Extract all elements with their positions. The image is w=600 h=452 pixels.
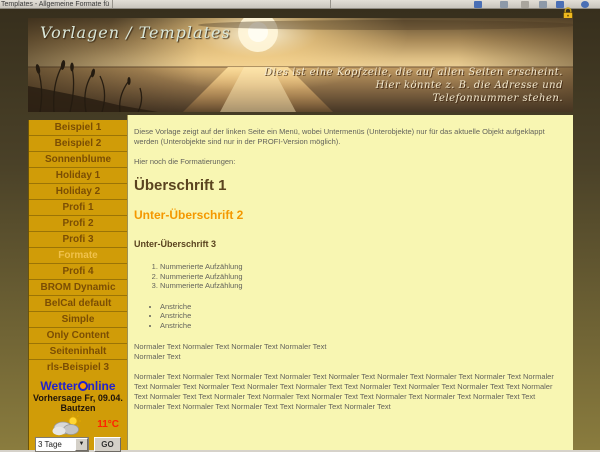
normal-text-line: Normaler Text <box>134 352 181 361</box>
sidebar-item-brom-dynamic[interactable]: BROM Dynamic <box>29 279 127 295</box>
forecast-date: Vorhersage Fr, 09.04. <box>29 393 127 403</box>
numbered-list-item: Nummerierte Aufzählung <box>160 281 565 291</box>
tagline-line: Dies ist eine Kopfzeile, die auf allen S… <box>264 66 563 79</box>
sidebar-item-only-content[interactable]: Only Content <box>29 327 127 343</box>
sidebar-item-beispiel-2[interactable]: Beispiel 2 <box>29 135 127 151</box>
content-area: Diese Vorlage zeigt auf der linken Seite… <box>127 115 573 450</box>
browser-toolbar-icon[interactable] <box>521 1 529 8</box>
weather-widget: Wetter nline Vorhersage Fr, 09.04. Bautze… <box>29 380 127 452</box>
page-background: Vorlagen / Templates Dies ist eine Kopfz… <box>0 9 600 450</box>
numbered-list: Nummerierte Aufzählung Nummerierte Aufzä… <box>134 262 565 291</box>
numbered-list-item: Nummerierte Aufzählung <box>160 272 565 282</box>
sun-logo-icon <box>78 381 88 391</box>
browser-toolbar-icon[interactable] <box>500 1 508 8</box>
normal-text-paragraph-short: Normaler Text Normaler Text Normaler Tex… <box>134 342 565 362</box>
heading-3: Unter-Überschrift 3 <box>134 239 565 249</box>
sidebar-item-holiday-2[interactable]: Holiday 2 <box>29 183 127 199</box>
bullet-list: Anstriche Anstriche Anstriche <box>134 302 565 331</box>
sidebar-item-formate[interactable]: Formate <box>29 247 127 263</box>
sidebar-item-simple[interactable]: Simple <box>29 311 127 327</box>
cloud-sun-icon <box>51 414 85 436</box>
sidebar-item-seiteninhalt[interactable]: Seiteninhalt <box>29 343 127 359</box>
sidebar-item-belcal-default[interactable]: BelCal default <box>29 295 127 311</box>
header-banner: Vorlagen / Templates Dies ist eine Kopfz… <box>28 18 573 112</box>
tagline-line: Hier könnte z. B. die Adresse und <box>264 79 563 92</box>
chevron-down-icon[interactable]: ▼ <box>75 438 88 451</box>
numbered-list-item: Nummerierte Aufzählung <box>160 262 565 272</box>
sidebar-item-profi-4[interactable]: Profi 4 <box>29 263 127 279</box>
sidebar-menu: Beispiel 1 Beispiel 2 Sonnenblume Holida… <box>28 120 127 450</box>
sidebar-item-sonnenblume[interactable]: Sonnenblume <box>29 151 127 167</box>
wetteronline-logo[interactable]: Wetter nline <box>29 380 127 393</box>
sidebar-item-holiday-1[interactable]: Holiday 1 <box>29 167 127 183</box>
site-title: Vorlagen / Templates <box>40 23 231 42</box>
browser-toolbar-icon[interactable] <box>539 1 547 8</box>
browser-toolbar-icon[interactable] <box>474 1 482 8</box>
heading-1: Überschrift 1 <box>134 177 565 194</box>
sidebar-item-profi-1[interactable]: Profi 1 <box>29 199 127 215</box>
browser-toolbar-icon[interactable] <box>581 1 589 8</box>
forecast-row: 11°C <box>29 414 127 436</box>
sidebar-item-rls-beispiel-3[interactable]: rls-Beispiel 3 <box>29 359 127 375</box>
weather-range-value: 3 Tage <box>36 440 75 449</box>
bullet-list-item: Anstriche <box>160 302 565 312</box>
browser-tab-bar: Templates - Allgemeine Formate für Texte… <box>0 0 600 9</box>
logo-text-wetter: Wetter <box>40 379 77 393</box>
browser-tab-title[interactable]: Templates - Allgemeine Formate für Texte… <box>1 0 109 9</box>
temperature-value: 11°C <box>97 419 119 430</box>
intro-paragraph: Diese Vorlage zeigt auf der linken Seite… <box>134 127 565 147</box>
logo-text-online: nline <box>88 379 116 393</box>
bullet-list-item: Anstriche <box>160 311 565 321</box>
tagline-line: Telefonnummer stehen. <box>264 92 563 105</box>
sidebar-item-profi-2[interactable]: Profi 2 <box>29 215 127 231</box>
bullet-list-item: Anstriche <box>160 321 565 331</box>
formats-lead-line: Hier noch die Formatierungen: <box>134 157 565 167</box>
tab-divider <box>112 0 113 9</box>
heading-2: Unter-Überschrift 2 <box>134 209 565 222</box>
tab-divider <box>330 0 331 9</box>
sidebar-item-beispiel-1[interactable]: Beispiel 1 <box>29 120 127 135</box>
normal-text-paragraph-long: Normaler Text Normaler Text Normaler Tex… <box>134 372 565 412</box>
normal-text-line: Normaler Text Normaler Text Normaler Tex… <box>134 342 326 351</box>
forecast-city: Bautzen <box>29 403 127 413</box>
header-tagline: Dies ist eine Kopfzeile, die auf allen S… <box>264 66 563 105</box>
sidebar-item-profi-3[interactable]: Profi 3 <box>29 231 127 247</box>
